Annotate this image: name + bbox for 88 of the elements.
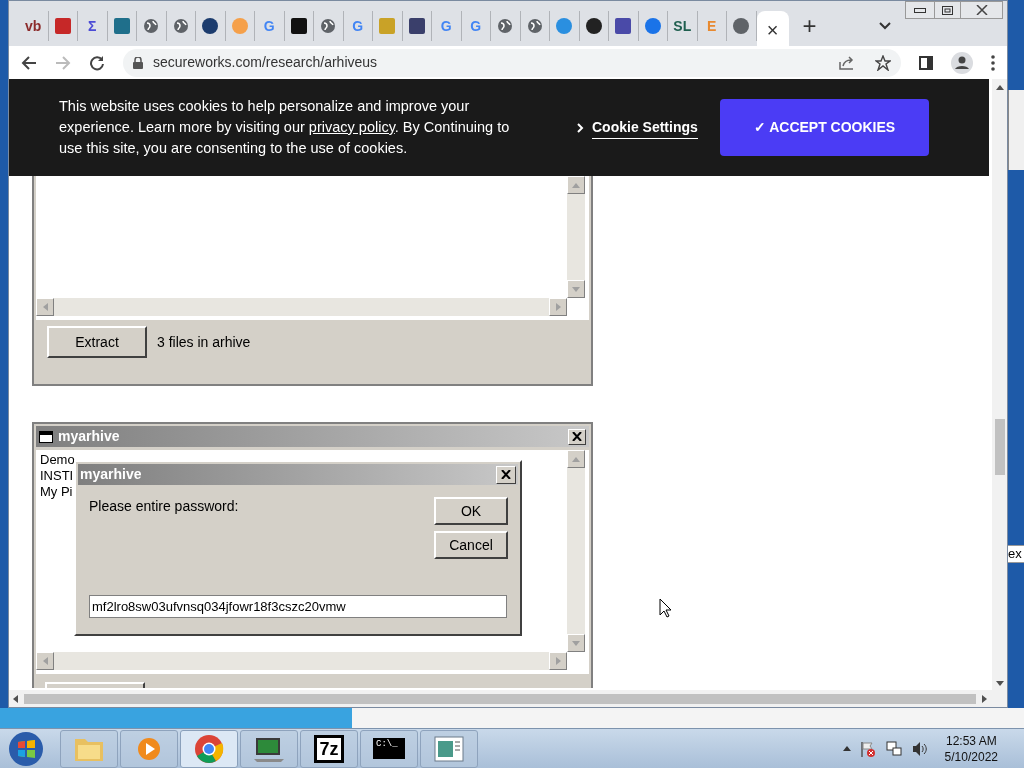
left-arrow-icon [42,657,48,665]
maximize-button[interactable] [935,1,961,19]
minimize-icon [914,7,926,13]
scroll-right-button[interactable] [549,652,567,670]
start-button[interactable] [6,729,46,768]
favicon-icon[interactable] [290,17,307,34]
close-icon [501,470,511,479]
close-icon [572,432,582,441]
password-prompt: Please entire password: [89,497,239,516]
taskbar-button[interactable]: C:\_ [360,729,418,768]
close-window-button[interactable] [961,1,1003,19]
clock-date: 5/10/2022 [944,748,998,765]
minimize-button[interactable] [905,1,935,19]
favicon-icon[interactable]: SL [673,18,692,33]
taskbar-button[interactable] [240,729,298,768]
window-fragment-text: ex [1008,545,1024,563]
up-arrow-icon [572,456,580,462]
globe-icon[interactable] [497,17,514,34]
scroll-right-button[interactable] [549,298,567,316]
show-hidden-icons-icon[interactable] [842,746,851,751]
side-panel-icon[interactable] [919,55,933,70]
back-icon[interactable] [21,54,37,71]
down-arrow-icon [572,640,580,646]
file-name: My Pi [40,484,73,500]
extract-button[interactable]: Extract [47,326,147,358]
app-icon[interactable]: 7z [314,734,344,763]
globe-icon[interactable] [526,17,543,34]
file-name: INSTI [40,468,74,484]
scroll-left-icon[interactable] [13,694,18,703]
scroll-left-button[interactable] [36,652,54,670]
scroll-down-icon[interactable] [995,681,1004,686]
scrollbar-thumb[interactable] [24,693,976,704]
accept-cookies-button[interactable]: ✓ ACCEPT COOKIES [720,99,929,156]
chevron-right-icon[interactable] [577,122,584,133]
globe-icon[interactable] [172,17,189,34]
cookie-message: This website uses cookies to help personalize and improve your experience. Learn more by visiting our privacy policy. By Continuing to use this site, you are consenting to the use of cookies. [59,97,511,158]
taskbar-button[interactable]: 7z [300,729,358,768]
window-icon[interactable] [434,735,464,762]
console-icon[interactable]: C:\_ [373,738,405,759]
network-icon[interactable] [884,739,903,758]
left-arrow-icon [42,303,48,311]
right-arrow-icon [555,657,561,665]
taskbar-button[interactable] [180,729,238,768]
scroll-down-button[interactable] [567,280,585,298]
favicon-icon[interactable]: Σ [88,18,97,33]
window-icon [39,430,53,443]
chevron-down-icon[interactable] [878,21,891,30]
favicon-icon[interactable]: vb [25,18,42,33]
scrollbar-thumb[interactable] [994,419,1005,475]
profile-icon[interactable] [951,51,973,74]
close-button[interactable] [568,428,586,445]
privacy-policy-link[interactable]: privacy policy [308,119,395,135]
scroll-right-icon[interactable] [982,694,987,703]
cancel-button[interactable]: Cancel [434,531,508,559]
close-icon [975,5,988,15]
lock-icon[interactable] [133,56,143,69]
scroll-up-button[interactable] [567,450,585,468]
maximize-icon [942,5,953,15]
star-icon[interactable] [875,54,891,71]
scroll-up-icon[interactable] [995,85,1004,90]
chrome-icon[interactable] [194,733,224,764]
up-arrow-icon [572,182,580,188]
ok-button[interactable]: OK [434,497,508,525]
share-icon[interactable] [839,55,855,70]
down-arrow-icon [572,286,580,292]
reload-icon[interactable] [89,54,105,71]
file-name: Demo [40,452,75,468]
active-tab[interactable]: × [756,10,789,49]
flag-icon[interactable] [858,739,877,758]
window-title: myarhive [58,427,121,446]
scroll-left-button[interactable] [36,298,54,316]
close-button[interactable] [496,465,516,484]
new-tab-button[interactable]: + [802,13,817,38]
dialog-title: myarhive [80,465,143,484]
favicon-icon[interactable] [202,17,219,34]
favicon-icon[interactable] [408,17,425,34]
scroll-up-button[interactable] [567,176,585,194]
scroll-down-button[interactable] [567,634,585,652]
status-text: 3 files in arhive [157,332,251,352]
globe-icon[interactable] [143,17,160,34]
favicon-icon[interactable] [585,17,602,34]
clock-time: 12:53 AM [945,732,997,749]
right-arrow-icon [555,303,561,311]
password-field[interactable]: mf2lro8sw03ufvnsq034jfowr18f3cszc20vmw [89,595,507,618]
globe-icon[interactable] [320,17,337,34]
menu-icon[interactable] [991,54,995,71]
cookie-settings-link[interactable]: Cookie Settings [592,116,698,139]
mouse-cursor-icon [659,598,672,618]
